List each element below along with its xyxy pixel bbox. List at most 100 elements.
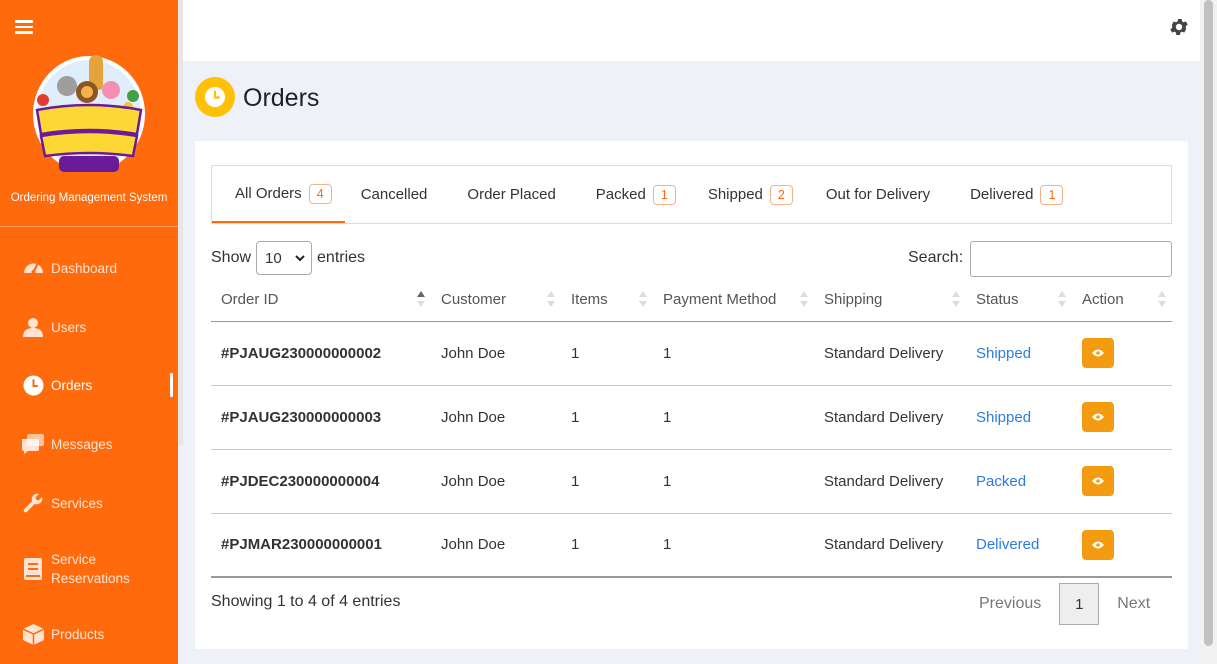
- order-id-cell: #PJAUG230000000002: [211, 321, 431, 386]
- sidebar-item-label: Messages: [51, 436, 113, 452]
- sidebar-item-services[interactable]: Services: [0, 483, 178, 523]
- sort-icon: [952, 291, 960, 307]
- sidebar-item-label: Orders: [51, 377, 93, 393]
- tab-shipped[interactable]: Shipped 2: [689, 166, 806, 223]
- order-id-cell: #PJAUG230000000003: [211, 385, 431, 450]
- action-cell: [1072, 449, 1172, 514]
- tab-label: Order Placed: [467, 186, 556, 203]
- tab-count-badge: 2: [769, 184, 793, 205]
- tab-label: Out for Delivery: [825, 186, 931, 203]
- customer-cell: John Doe: [431, 385, 561, 450]
- sidebar-item-label: Users: [51, 319, 87, 335]
- items-cell: 1: [561, 385, 653, 450]
- tab-cancelled[interactable]: Cancelled: [345, 166, 441, 223]
- column-label: Payment Method: [663, 290, 777, 308]
- sidebar-item-messages[interactable]: Messages: [0, 424, 178, 464]
- tab-label: Packed: [595, 186, 646, 203]
- sidebar-item-products[interactable]: Products: [0, 614, 178, 654]
- table-row: #PJAUG230000000002 John Doe 1 1 Standard…: [211, 321, 1172, 386]
- sidebar-item-orders[interactable]: Orders: [0, 365, 178, 405]
- column-header-items[interactable]: Items: [561, 278, 653, 322]
- sidebar-item-label: Dashboard: [51, 260, 118, 276]
- entries-select-value: 10: [265, 249, 282, 267]
- sort-asc-icon: [417, 291, 425, 307]
- top-bar: [183, 0, 1200, 61]
- tab-all-orders[interactable]: All Orders 4: [212, 166, 345, 223]
- table-row: #PJAUG230000000003 John Doe 1 1 Standard…: [211, 385, 1172, 450]
- gear-icon[interactable]: [1168, 16, 1190, 38]
- show-label: Show: [211, 249, 252, 266]
- eye-icon: [1092, 349, 1104, 357]
- payment-method-cell: 1: [653, 321, 814, 386]
- column-header-action[interactable]: Action: [1072, 278, 1172, 322]
- tab-count-badge: 1: [652, 184, 676, 205]
- sidebar-divider: [0, 226, 178, 227]
- column-header-customer[interactable]: Customer: [431, 278, 561, 322]
- order-id-cell: #PJMAR230000000001: [211, 513, 431, 578]
- scrollbar-thumb[interactable]: [1204, 0, 1213, 646]
- entries-length-control: Show 10 entries: [211, 241, 365, 275]
- status-cell: Packed: [966, 449, 1072, 514]
- customer-cell: John Doe: [431, 513, 561, 578]
- shipping-cell: Standard Delivery: [814, 513, 966, 578]
- column-label: Action: [1082, 290, 1124, 308]
- status-cell: Shipped: [966, 385, 1072, 450]
- column-header-payment-method[interactable]: Payment Method: [653, 278, 814, 322]
- sort-icon: [547, 291, 555, 307]
- orders-table: Order ID Customer Items Payment Method S…: [211, 278, 1172, 578]
- brand-subtitle: Ordering Management System: [10, 192, 168, 204]
- next-page-button[interactable]: Next: [1101, 595, 1166, 613]
- shipping-cell: Standard Delivery: [814, 385, 966, 450]
- tab-out-for-delivery[interactable]: Out for Delivery: [806, 166, 943, 223]
- items-cell: 1: [561, 513, 653, 578]
- pagination: Previous 1 Next: [963, 583, 1166, 625]
- previous-page-button[interactable]: Previous: [963, 595, 1057, 613]
- sidebar: Ordering Management System Dashboard Use…: [0, 0, 178, 664]
- sidebar-item-label: Products: [51, 626, 105, 642]
- sort-icon: [639, 291, 647, 307]
- view-order-button[interactable]: [1082, 402, 1114, 432]
- column-header-shipping[interactable]: Shipping: [814, 278, 966, 322]
- tab-delivered[interactable]: Delivered 1: [943, 166, 1076, 223]
- eye-icon: [1092, 541, 1104, 549]
- page-title: Orders: [243, 84, 320, 112]
- page-scrollbar[interactable]: [1200, 0, 1217, 664]
- view-order-button[interactable]: [1082, 338, 1114, 368]
- sidebar-item-service-reservations[interactable]: Service Reservations: [0, 549, 178, 589]
- sort-icon: [1058, 291, 1066, 307]
- column-label: Shipping: [824, 290, 883, 308]
- wrench-icon: [22, 492, 44, 514]
- page-clock-icon: [195, 77, 235, 117]
- sidebar-item-users[interactable]: Users: [0, 307, 178, 347]
- view-order-button[interactable]: [1082, 529, 1114, 560]
- tab-packed[interactable]: Packed 1: [569, 166, 689, 223]
- tab-order-placed[interactable]: Order Placed: [440, 166, 568, 223]
- table-row: #PJMAR230000000001 John Doe 1 1 Standard…: [211, 513, 1172, 578]
- order-tabs: All Orders 4 Cancelled Order Placed Pack…: [211, 165, 1172, 224]
- table-info: Showing 1 to 4 of 4 entries: [211, 593, 401, 610]
- box-icon: [22, 623, 44, 645]
- shipping-cell: Standard Delivery: [814, 321, 966, 386]
- customer-cell: John Doe: [431, 449, 561, 514]
- sidebar-scrollbar[interactable]: [178, 0, 183, 445]
- column-header-order-id[interactable]: Order ID: [211, 278, 431, 322]
- search-input[interactable]: [970, 241, 1172, 277]
- tab-label: Shipped: [707, 186, 763, 203]
- status-cell: Shipped: [966, 321, 1072, 386]
- page-1-button[interactable]: 1: [1059, 583, 1100, 625]
- entries-select[interactable]: 10: [256, 241, 313, 275]
- menu-toggle-icon[interactable]: [15, 20, 33, 34]
- entries-label: entries: [317, 249, 366, 266]
- view-order-button[interactable]: [1082, 466, 1114, 496]
- gauge-icon: [22, 257, 44, 279]
- action-cell: [1072, 321, 1172, 386]
- column-label: Customer: [441, 290, 507, 308]
- sort-icon: [800, 291, 808, 307]
- column-header-status[interactable]: Status: [966, 278, 1072, 322]
- chevron-down-icon: [295, 254, 305, 261]
- table-row: #PJDEC230000000004 John Doe 1 1 Standard…: [211, 449, 1172, 514]
- party-jungle-logo: [33, 55, 145, 172]
- sidebar-item-dashboard[interactable]: Dashboard: [0, 248, 178, 288]
- customer-cell: John Doe: [431, 321, 561, 386]
- shipping-cell: Standard Delivery: [814, 449, 966, 514]
